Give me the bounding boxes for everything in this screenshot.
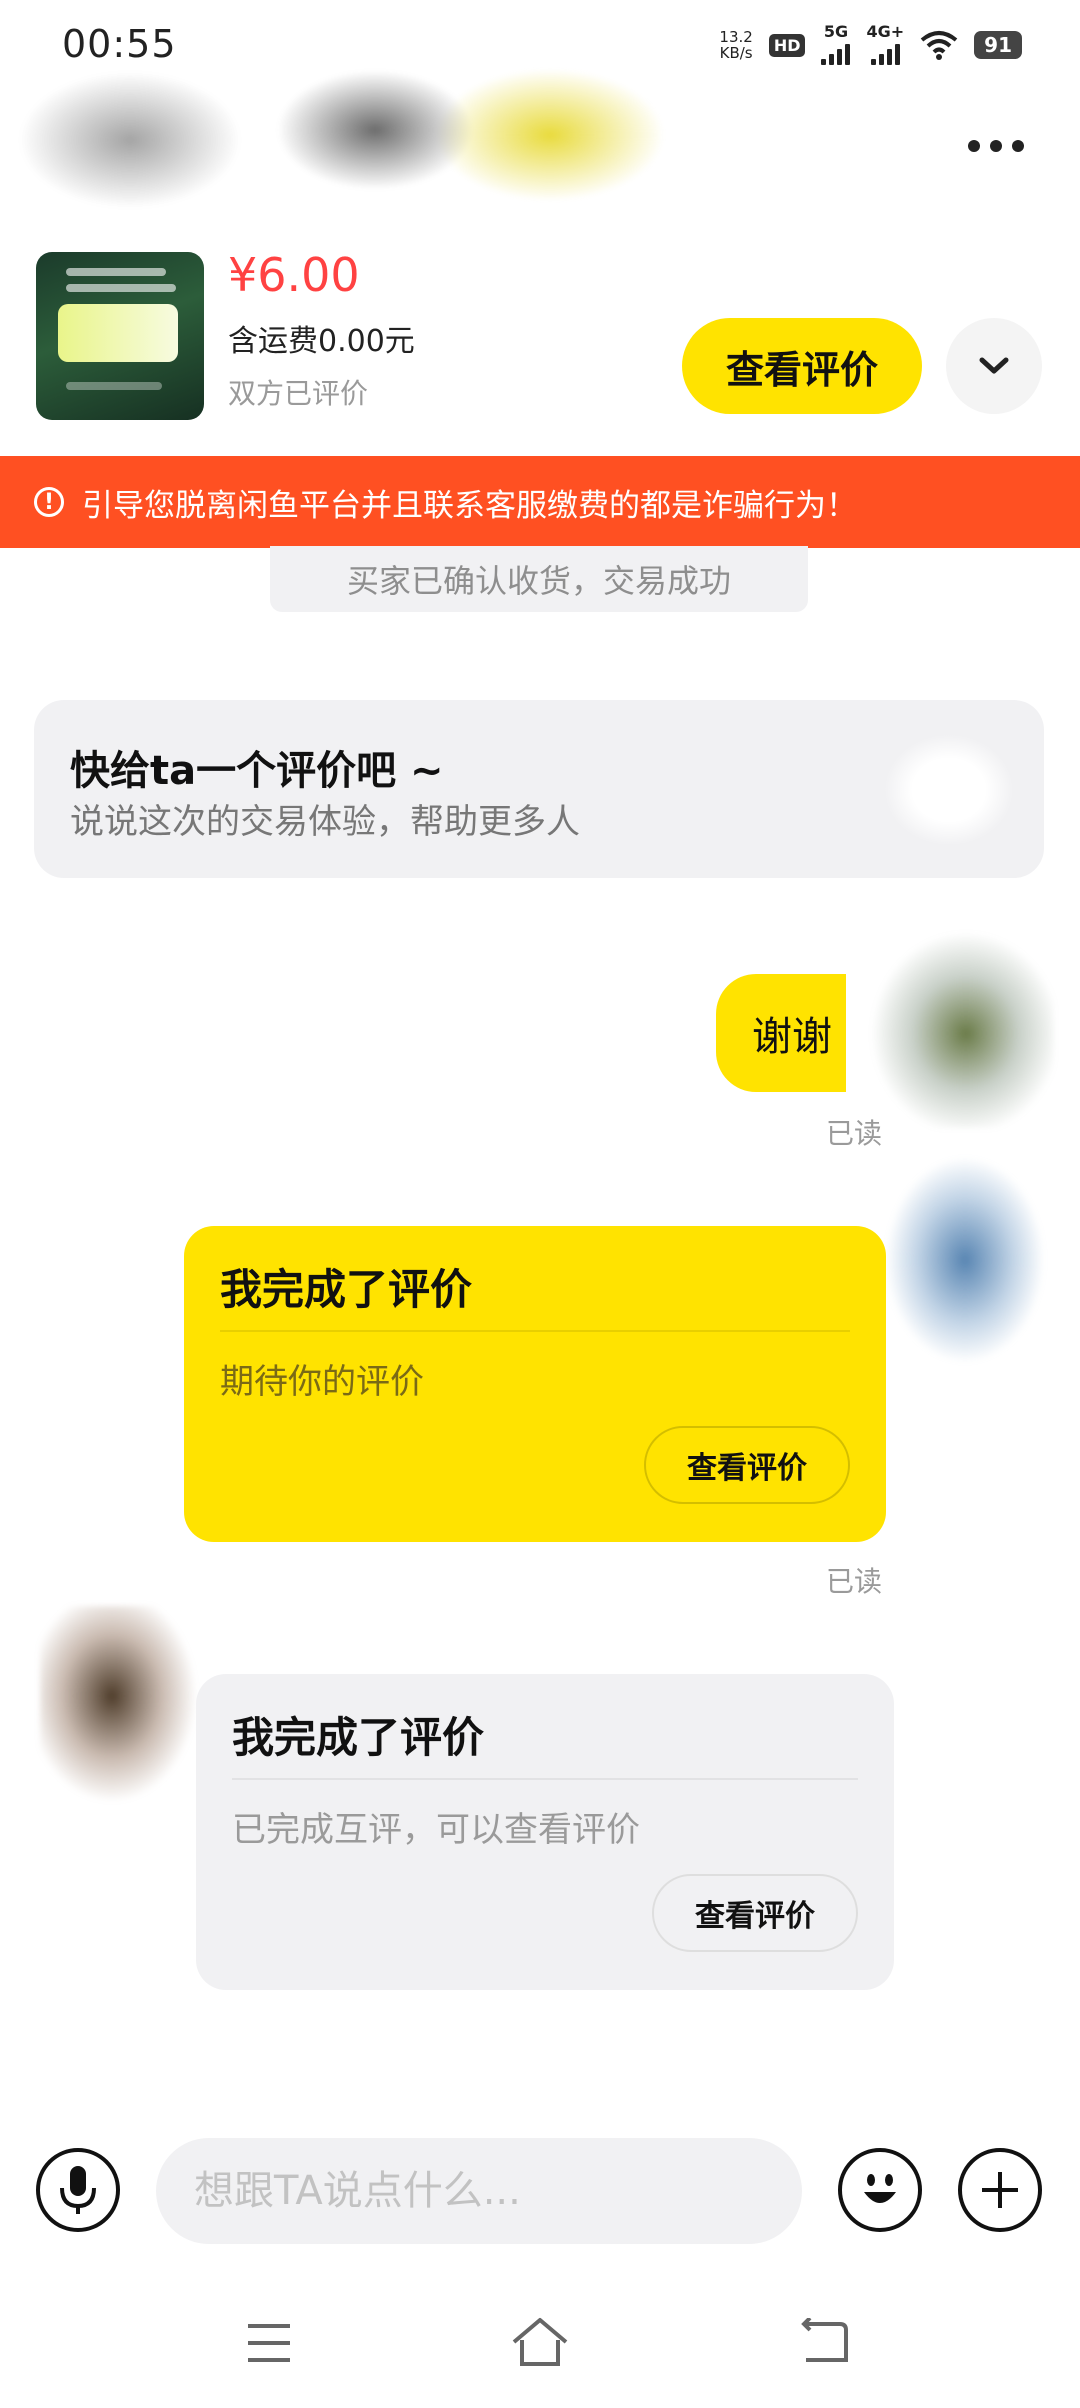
card-title: 我完成了评价 <box>232 1713 485 1762</box>
view-review-button[interactable]: 查看评价 <box>652 1874 858 1952</box>
product-price: ¥6.00 <box>228 248 360 302</box>
card-body: 已完成互评，可以查看评价 <box>232 1810 640 1850</box>
view-review-button[interactable]: 查看评价 <box>644 1426 850 1504</box>
avatar[interactable] <box>880 1150 1050 1370</box>
more-icon[interactable] <box>968 140 1024 152</box>
menu-icon[interactable] <box>246 2322 292 2364</box>
warning-text: 引导您脱离闲鱼平台并且联系客服缴费的都是诈骗行为！ <box>82 487 857 524</box>
review-prompt-card[interactable]: 快给ta一个评价吧 ~ 说说这次的交易体验，帮助更多人 <box>34 700 1044 878</box>
avatar[interactable] <box>858 918 1054 1128</box>
card-body: 期待你的评价 <box>220 1362 424 1402</box>
read-receipt: 已读 <box>826 1117 883 1150</box>
home-icon[interactable] <box>510 2316 570 2368</box>
avatar[interactable] <box>40 1606 200 1806</box>
signal-4g-icon: 4G+ <box>866 24 904 65</box>
their-review-card[interactable]: 我完成了评价 已完成互评，可以查看评价 查看评价 <box>196 1674 894 1990</box>
chevron-down-icon[interactable] <box>946 318 1042 414</box>
prompt-subtitle: 说说这次的交易体验，帮助更多人 <box>70 802 580 842</box>
plus-icon[interactable] <box>958 2148 1042 2232</box>
my-review-card[interactable]: 我完成了评价 期待你的评价 查看评价 <box>184 1226 886 1542</box>
system-notice: 买家已确认收货，交易成功 <box>270 546 808 612</box>
product-thumbnail[interactable] <box>36 252 204 420</box>
divider <box>232 1778 858 1780</box>
message-bubble-outgoing[interactable]: 谢谢 <box>716 974 846 1092</box>
exclamation-icon: ! <box>34 487 64 517</box>
battery-icon: 91 <box>974 31 1022 59</box>
contact-name-redacted <box>0 60 700 220</box>
status-icons: 13.2 KB/s HD 5G 4G+ 91 <box>719 22 1022 68</box>
fraud-warning-banner: ! 引导您脱离闲鱼平台并且联系客服缴费的都是诈骗行为！ <box>0 456 1080 548</box>
back-icon[interactable] <box>800 2318 850 2366</box>
network-speed: 13.2 KB/s <box>719 28 753 62</box>
message-input[interactable] <box>156 2138 802 2244</box>
read-receipt: 已读 <box>826 1565 883 1598</box>
shipping-fee: 含运费0.00元 <box>228 324 415 359</box>
wifi-icon <box>920 31 958 60</box>
review-status: 双方已评价 <box>228 377 369 410</box>
signal-5g-icon: 5G <box>821 24 851 65</box>
prompt-illustration <box>884 734 1014 846</box>
microphone-icon[interactable] <box>36 2148 120 2232</box>
card-title: 我完成了评价 <box>220 1265 473 1314</box>
emoji-icon[interactable] <box>838 2148 922 2232</box>
divider <box>220 1330 850 1332</box>
prompt-title: 快给ta一个评价吧 ~ <box>70 748 444 794</box>
hd-badge: HD <box>768 33 806 57</box>
view-review-button[interactable]: 查看评价 <box>682 318 922 414</box>
